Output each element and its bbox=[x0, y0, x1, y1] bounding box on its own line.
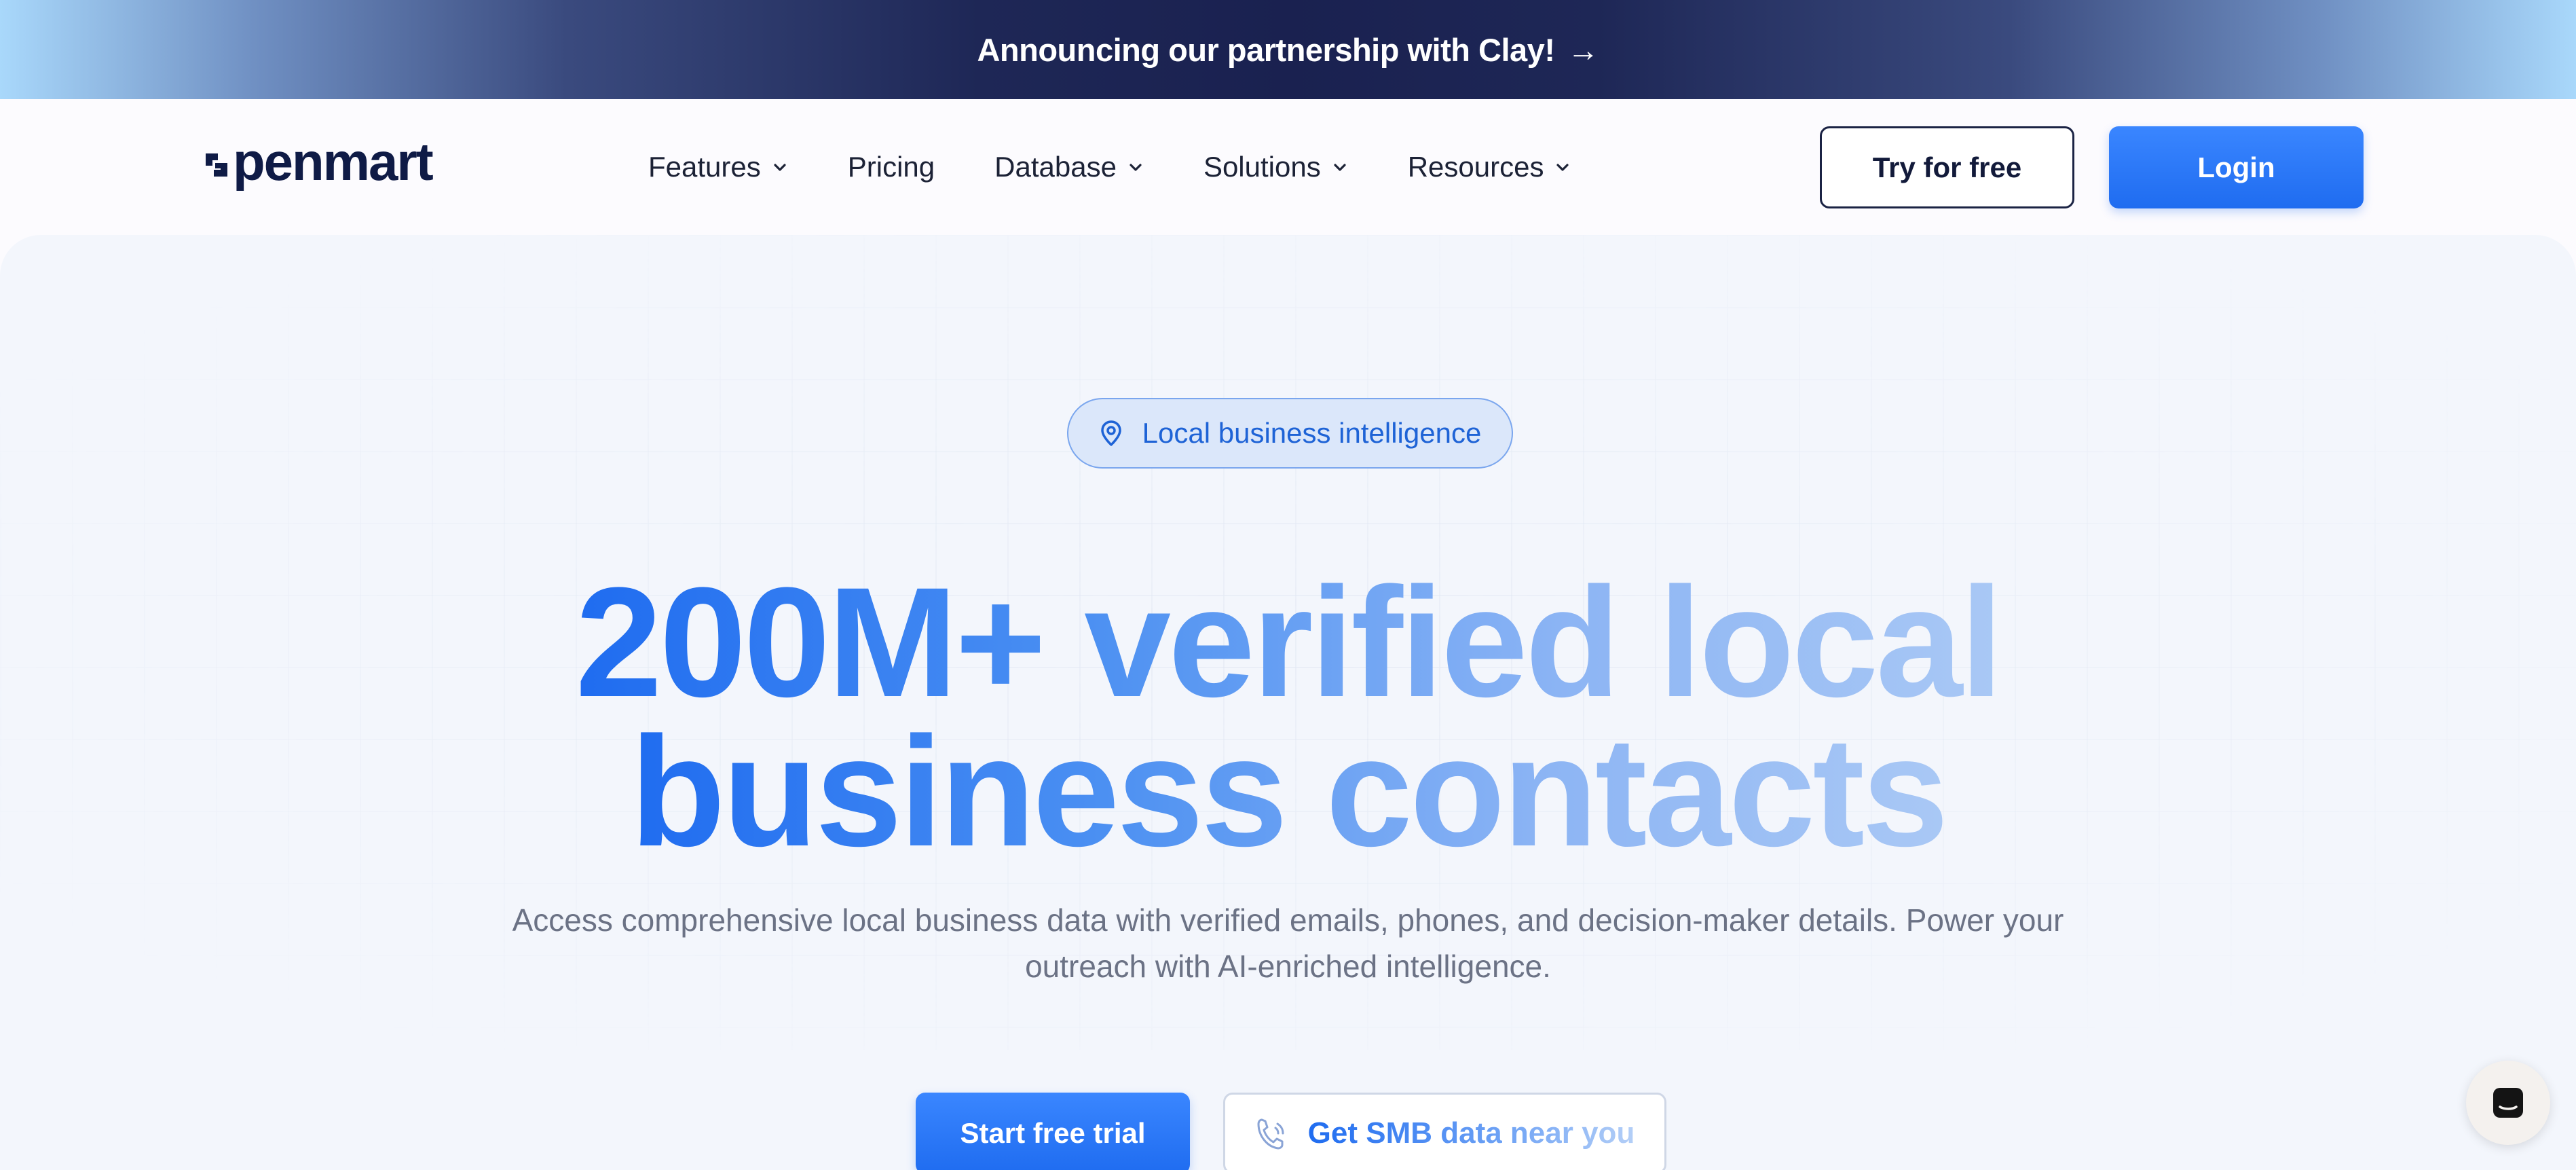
announcement-bar: Announcing our partnership with Clay! → bbox=[0, 0, 2576, 99]
main-menu: Features Pricing Database Solutions Reso… bbox=[648, 148, 1630, 186]
top-nav: penmart Features Pricing Database Soluti… bbox=[0, 99, 2576, 235]
chevron-down-icon bbox=[1556, 164, 1569, 171]
hero-badge: Local business intelligence bbox=[1067, 398, 1513, 469]
nav-pricing-label: Pricing bbox=[847, 151, 935, 183]
nav-resources-label: Resources bbox=[1407, 151, 1544, 183]
chat-icon bbox=[2493, 1088, 2523, 1118]
chevron-down-icon bbox=[1334, 164, 1346, 171]
get-smb-data-button[interactable]: Get SMB data near you bbox=[1223, 1093, 1666, 1170]
login-button[interactable]: Login bbox=[2109, 126, 2364, 208]
logo[interactable]: penmart bbox=[202, 132, 434, 191]
nav-database[interactable]: Database bbox=[994, 151, 1144, 183]
nav-solutions[interactable]: Solutions bbox=[1203, 151, 1348, 183]
nav-features[interactable]: Features bbox=[648, 151, 788, 183]
nav-database-label: Database bbox=[994, 151, 1117, 183]
chat-launcher[interactable] bbox=[2466, 1061, 2550, 1145]
map-pin-icon bbox=[1100, 420, 1121, 446]
nav-solutions-label: Solutions bbox=[1203, 151, 1321, 183]
hero-headline-line2: business contacts bbox=[630, 704, 1949, 879]
nav-features-label: Features bbox=[648, 151, 761, 183]
logo-mark-icon bbox=[206, 153, 227, 177]
arrow-right-icon: → bbox=[1567, 31, 1599, 68]
get-smb-data-label: Get SMB data near you bbox=[1307, 1116, 1635, 1150]
hero-headline: 200M+ verified local business contacts bbox=[0, 564, 2576, 870]
logo-text: penmart bbox=[233, 131, 434, 191]
hero-subtitle: Access comprehensive local business data… bbox=[512, 902, 2064, 984]
nav-pricing[interactable]: Pricing bbox=[848, 151, 935, 183]
hero-headline-line1: 200M+ verified local bbox=[575, 555, 2004, 729]
try-for-free-button[interactable]: Try for free bbox=[1820, 126, 2074, 208]
announcement-text: Announcing our partnership with Clay! bbox=[977, 31, 1555, 68]
chevron-down-icon bbox=[1130, 164, 1142, 171]
hero-section: Local business intelligence 200M+ verifi… bbox=[0, 235, 2576, 1170]
announcement-link[interactable]: Announcing our partnership with Clay! → bbox=[977, 31, 1599, 69]
hero-badge-label: Local business intelligence bbox=[1142, 417, 1482, 449]
chevron-down-icon bbox=[774, 164, 786, 171]
start-free-trial-button[interactable]: Start free trial bbox=[916, 1093, 1190, 1170]
phone-call-icon bbox=[1257, 1118, 1284, 1150]
nav-resources[interactable]: Resources bbox=[1408, 151, 1571, 183]
